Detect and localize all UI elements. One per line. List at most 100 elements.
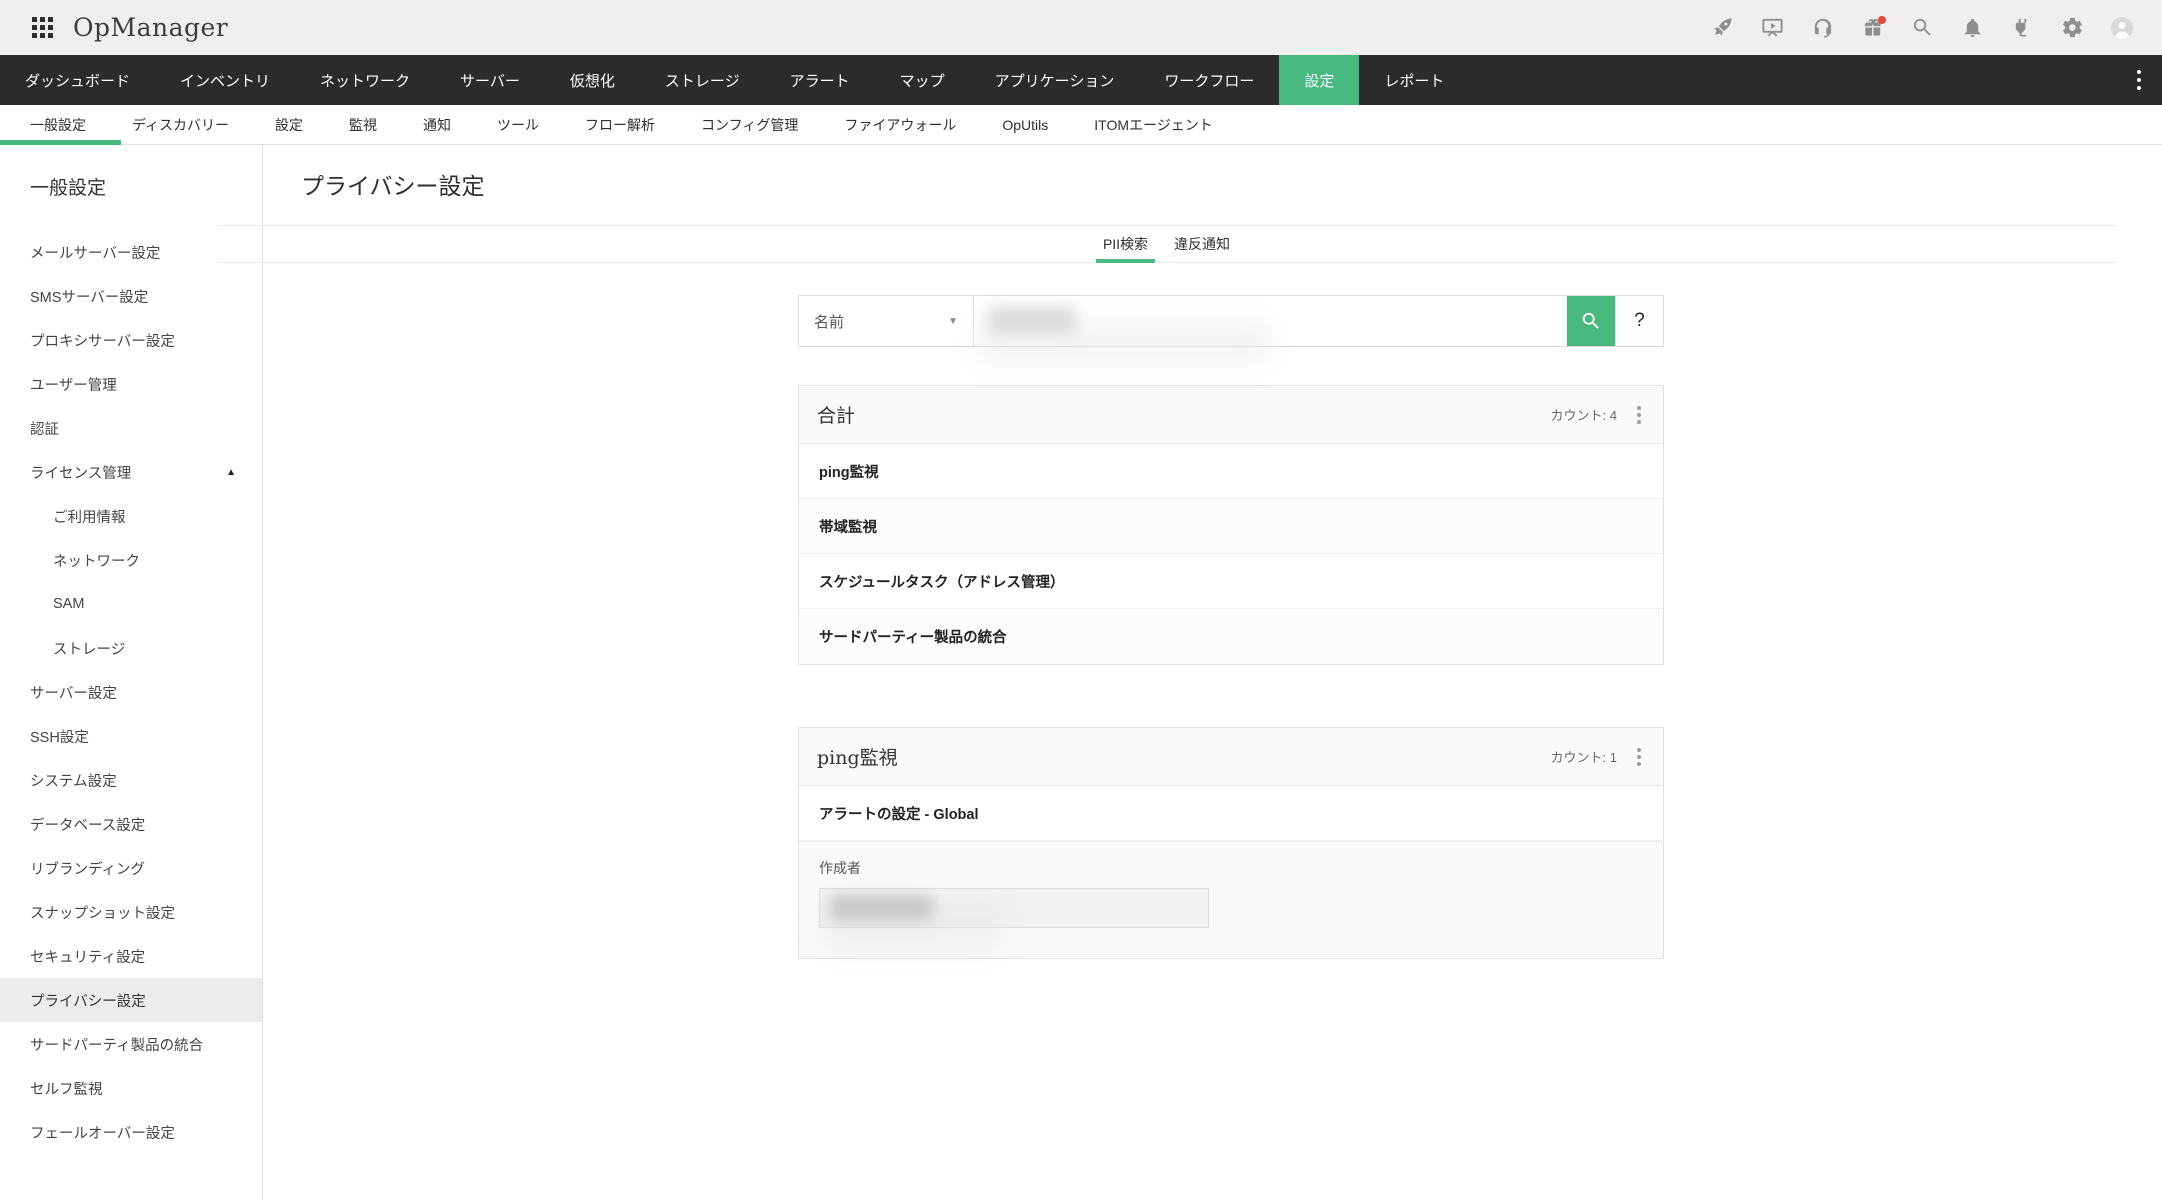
sidebar-item-server-settings[interactable]: サーバー設定 xyxy=(0,670,262,714)
sidebar-item-label: ユーザー管理 xyxy=(30,374,117,395)
list-item-label: スケジュールタスク（アドレス管理） xyxy=(819,571,1064,592)
sidebar-item-security-settings[interactable]: セキュリティ設定 xyxy=(0,934,262,978)
sidebar-item-label: データベース設定 xyxy=(30,814,145,835)
search-icon[interactable] xyxy=(1910,16,1934,40)
sidebar-item-failover-settings[interactable]: フェールオーバー設定 xyxy=(0,1110,262,1154)
sidebar-item-license-network[interactable]: ネットワーク xyxy=(0,538,262,582)
apps-grid-icon[interactable] xyxy=(32,17,53,38)
sidebar-item-ssh-settings[interactable]: SSH設定 xyxy=(0,714,262,758)
page-title: プライバシー設定 xyxy=(301,167,2162,201)
sidebar-item-label: SSH設定 xyxy=(30,726,89,747)
subnav-tab-flow-analysis[interactable]: フロー解析 xyxy=(562,115,678,135)
card-title: 合計 xyxy=(817,401,855,428)
sidebar-item-license-management[interactable]: ライセンス管理 ▲ xyxy=(0,450,262,494)
tab-pii-search[interactable]: PII検索 xyxy=(1090,226,1161,262)
nav-tab-applications[interactable]: アプリケーション xyxy=(970,55,1140,105)
nav-tab-settings[interactable]: 設定 xyxy=(1279,55,1359,105)
tab-violation-notification[interactable]: 違反通知 xyxy=(1161,226,1243,262)
sidebar-item-rebranding[interactable]: リブランディング xyxy=(0,846,262,890)
sidebar-item-label: セキュリティ設定 xyxy=(30,946,145,967)
chevron-down-icon: ▼ xyxy=(948,316,958,327)
list-item-bandwidth-monitoring[interactable]: 帯域監視 xyxy=(799,499,1663,554)
sidebar-item-proxy-server[interactable]: プロキシサーバー設定 xyxy=(0,318,262,362)
sidebar-item-label: サーバー設定 xyxy=(30,682,117,703)
card-title: ping監視 xyxy=(817,743,898,770)
sidebar-item-license-storage[interactable]: ストレージ xyxy=(0,626,262,670)
sidebar-item-label: プライバシー設定 xyxy=(30,990,146,1011)
sidebar-item-snapshot-settings[interactable]: スナップショット設定 xyxy=(0,890,262,934)
sidebar-item-sam[interactable]: SAM xyxy=(0,582,262,626)
list-item-label: 帯域監視 xyxy=(819,516,877,537)
list-item-ping-monitoring[interactable]: ping監視 xyxy=(799,444,1663,499)
support-headset-icon[interactable] xyxy=(1810,16,1834,40)
sidebar-item-user-management[interactable]: ユーザー管理 xyxy=(0,362,262,406)
sidebar-item-privacy-settings[interactable]: プライバシー設定 xyxy=(0,978,262,1022)
ping-card-header: ping監視 カウント: 1 xyxy=(799,728,1663,786)
nav-tab-maps[interactable]: マップ xyxy=(875,55,970,105)
sidebar-item-third-party-integrations[interactable]: サードパーティ製品の統合 xyxy=(0,1022,262,1066)
rocket-icon[interactable] xyxy=(1710,16,1734,40)
sidebar-item-label: ご利用情報 xyxy=(53,506,126,527)
list-item-label: サードパーティー製品の統合 xyxy=(819,626,1007,647)
creator-section: 作成者 xyxy=(799,841,1663,958)
integrations-plug-icon[interactable] xyxy=(2010,16,2034,40)
creator-value-field xyxy=(819,888,1209,928)
subnav-tab-itom-agent[interactable]: ITOMエージェント xyxy=(1071,115,1235,135)
count-badge: カウント: 1 xyxy=(1551,747,1617,766)
redacted-creator-value-blur xyxy=(822,907,1002,951)
settings-gear-icon[interactable] xyxy=(2060,16,2084,40)
subnav-tab-tools[interactable]: ツール xyxy=(474,115,562,135)
subnav-tab-discovery[interactable]: ディスカバリー xyxy=(109,115,252,135)
subnav-tab-config-management[interactable]: コンフィグ管理 xyxy=(678,115,821,135)
sidebar-item-label: フェールオーバー設定 xyxy=(30,1122,175,1143)
subnav-tab-configuration[interactable]: 設定 xyxy=(252,115,326,135)
subnav-tab-monitoring[interactable]: 監視 xyxy=(326,115,400,135)
sidebar-item-database-settings[interactable]: データベース設定 xyxy=(0,802,262,846)
nav-tab-server[interactable]: サーバー xyxy=(435,55,545,105)
search-icon xyxy=(1580,310,1602,332)
subnav-tab-notification[interactable]: 通知 xyxy=(400,115,474,135)
main-content: プライバシー設定 PII検索 違反通知 名前 ▼ ? xyxy=(263,145,2162,1200)
sidebar-item-label: ネットワーク xyxy=(53,550,140,571)
creator-label: 作成者 xyxy=(819,858,1643,878)
sidebar-item-label: セルフ監視 xyxy=(30,1078,103,1099)
subnav-tab-firewall[interactable]: ファイアウォール xyxy=(821,115,979,135)
collapse-arrow-icon[interactable]: ▲ xyxy=(226,467,236,478)
sidebar-item-sms-server[interactable]: SMSサーバー設定 xyxy=(0,274,262,318)
subnav-tab-general-settings[interactable]: 一般設定 xyxy=(0,115,109,135)
total-card: 合計 カウント: 4 ping監視 帯域監視 スケジュールタスク（アドレス管理）… xyxy=(798,385,1664,665)
nav-tab-alerts[interactable]: アラート xyxy=(765,55,875,105)
user-avatar[interactable] xyxy=(2110,16,2134,40)
search-field-selector[interactable]: 名前 ▼ xyxy=(799,296,974,346)
settings-subnav: 一般設定 ディスカバリー 設定 監視 通知 ツール フロー解析 コンフィグ管理 … xyxy=(0,105,2162,145)
search-button[interactable] xyxy=(1567,296,1615,346)
list-item-scheduled-task[interactable]: スケジュールタスク（アドレス管理） xyxy=(799,554,1663,609)
list-item-alert-settings-global[interactable]: アラートの設定 - Global xyxy=(799,786,1663,841)
help-button[interactable]: ? xyxy=(1615,296,1663,346)
sidebar-item-label: サードパーティ製品の統合 xyxy=(30,1034,203,1055)
sidebar-item-system-settings[interactable]: システム設定 xyxy=(0,758,262,802)
nav-tab-network[interactable]: ネットワーク xyxy=(295,55,435,105)
search-input[interactable] xyxy=(974,296,1567,346)
sidebar-item-label: SMSサーバー設定 xyxy=(30,286,148,307)
notifications-bell-icon[interactable] xyxy=(1960,16,1984,40)
sidebar-item-label: ライセンス管理 xyxy=(30,462,131,483)
list-item-third-party-integration[interactable]: サードパーティー製品の統合 xyxy=(799,609,1663,664)
nav-tab-reports[interactable]: レポート xyxy=(1359,55,1469,105)
nav-tab-virtualization[interactable]: 仮想化 xyxy=(545,55,640,105)
nav-tab-dashboard[interactable]: ダッシュボード xyxy=(0,55,155,105)
sidebar-item-label: プロキシサーバー設定 xyxy=(30,330,175,351)
training-video-icon[interactable] xyxy=(1760,16,1784,40)
kebab-menu-icon[interactable] xyxy=(1633,402,1645,428)
nav-overflow-menu-icon[interactable] xyxy=(2116,55,2162,105)
sidebar-item-self-monitoring[interactable]: セルフ監視 xyxy=(0,1066,262,1110)
whats-new-gift-icon[interactable] xyxy=(1860,16,1884,40)
kebab-menu-icon[interactable] xyxy=(1633,744,1645,770)
nav-tab-workflow[interactable]: ワークフロー xyxy=(1139,55,1279,105)
subnav-tab-oputils[interactable]: OpUtils xyxy=(979,117,1071,133)
sidebar-item-label: SAM xyxy=(53,596,84,612)
nav-tab-storage[interactable]: ストレージ xyxy=(640,55,765,105)
nav-tab-inventory[interactable]: インベントリ xyxy=(155,55,295,105)
sidebar-item-authentication[interactable]: 認証 xyxy=(0,406,262,450)
sidebar-item-usage-info[interactable]: ご利用情報 xyxy=(0,494,262,538)
